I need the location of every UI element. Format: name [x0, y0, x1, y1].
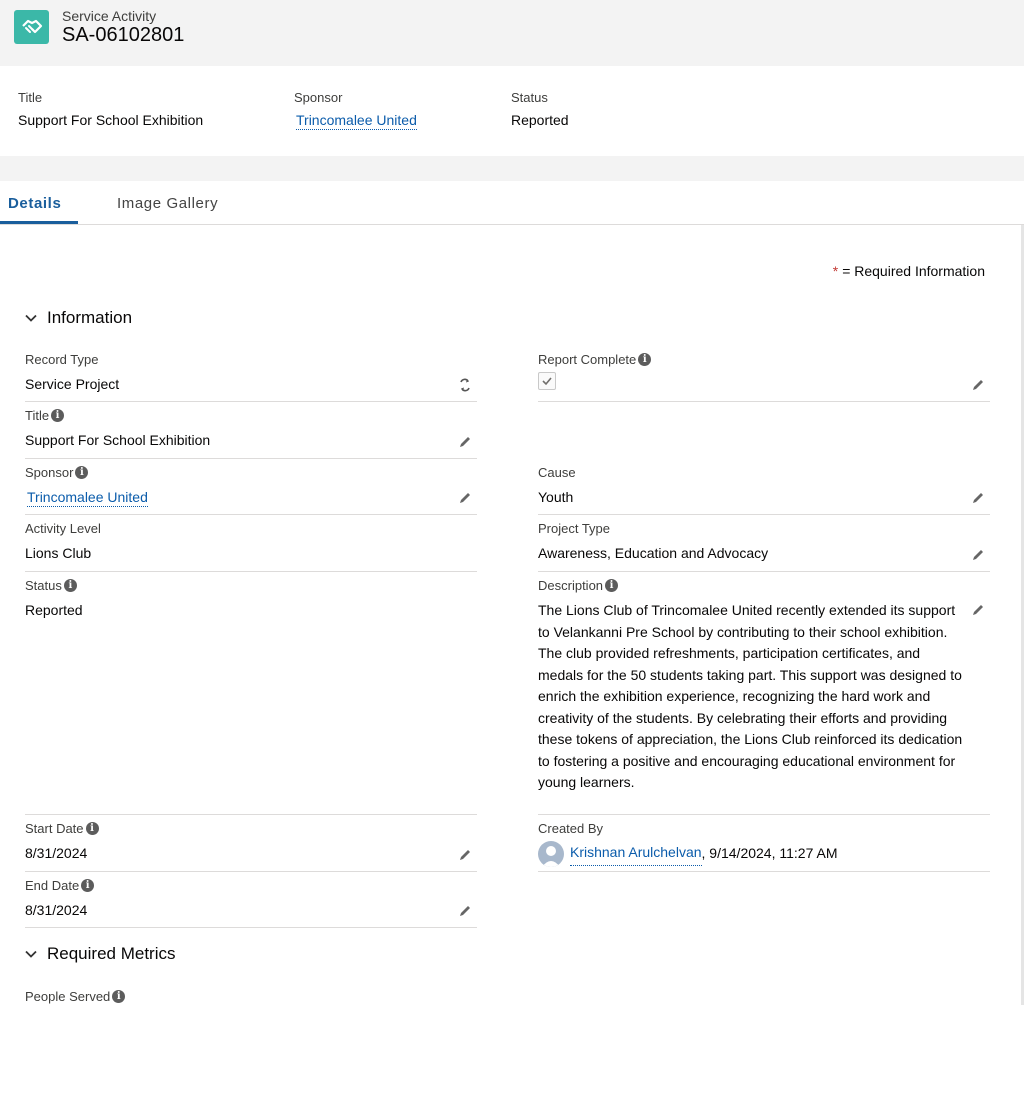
field-divider — [538, 571, 990, 572]
field-value: Awareness, Education and Advocacy — [538, 545, 769, 561]
highlights-panel: Title Support For School Exhibition Spon… — [0, 66, 1024, 156]
info-icon[interactable]: i — [112, 990, 126, 1003]
pencil-edit-icon[interactable] — [971, 603, 985, 617]
info-icon[interactable]: i — [638, 353, 652, 366]
sponsor-link[interactable]: Trincomalee United — [27, 489, 148, 507]
field-created-by: Created By Krishnan Arulchelvan , 9/14/2… — [538, 821, 990, 872]
field-divider — [25, 927, 477, 928]
field-value: 8/31/2024 — [25, 902, 88, 918]
highlight-sponsor-link[interactable]: Trincomalee United — [296, 112, 417, 130]
section-information-toggle[interactable]: Information — [25, 308, 132, 328]
field-label: Record Type — [25, 352, 99, 367]
field-divider — [538, 871, 990, 872]
info-icon[interactable]: i — [51, 409, 65, 422]
field-label: People Served i — [25, 989, 477, 1004]
field-people-served: People Served i — [25, 989, 477, 1009]
field-label: Project Type — [538, 521, 611, 536]
field-value: Youth — [538, 489, 574, 505]
created-by-user-link[interactable]: Krishnan Arulchelvan — [570, 842, 702, 866]
field-divider — [25, 871, 477, 872]
field-project-type: Project Type Awareness, Education and Ad… — [538, 521, 990, 572]
field-divider — [25, 401, 477, 402]
field-value: The Lions Club of Trincomalee United rec… — [538, 602, 963, 790]
object-label: Service Activity — [62, 8, 157, 24]
field-title: Title i Support For School Exhibition — [25, 408, 477, 459]
field-divider — [25, 514, 477, 515]
pencil-edit-icon[interactable] — [458, 904, 472, 918]
highlight-title: Title Support For School Exhibition — [18, 90, 203, 128]
highlight-status: Status Reported — [511, 90, 569, 128]
chevron-down-icon — [25, 314, 37, 322]
pencil-edit-icon[interactable] — [971, 548, 985, 562]
field-label: End Date i — [25, 878, 477, 893]
pencil-edit-icon[interactable] — [971, 491, 985, 505]
info-icon[interactable]: i — [605, 579, 619, 592]
active-tab-indicator — [0, 221, 78, 224]
info-icon[interactable]: i — [85, 822, 99, 835]
field-divider — [538, 401, 990, 402]
section-information-title: Information — [47, 308, 133, 327]
field-report-complete: Report Complete i — [538, 352, 990, 402]
section-required-metrics-title: Required Metrics — [47, 944, 176, 963]
field-label: Status i — [25, 578, 477, 593]
field-value: Support For School Exhibition — [25, 432, 211, 448]
field-value: Service Project — [25, 376, 120, 392]
field-value: Lions Club — [25, 545, 92, 561]
record-name: SA-06102801 — [62, 24, 185, 46]
highlight-status-label: Status — [511, 90, 548, 105]
pencil-edit-icon[interactable] — [971, 378, 985, 392]
user-avatar-icon[interactable] — [538, 841, 564, 867]
field-label: Activity Level — [25, 521, 101, 536]
handshake-icon — [14, 10, 49, 44]
pencil-edit-icon[interactable] — [458, 435, 472, 449]
info-icon[interactable]: i — [63, 579, 77, 592]
field-value: Reported — [25, 602, 83, 618]
field-divider — [25, 814, 477, 815]
highlight-title-label: Title — [18, 90, 43, 105]
required-info-text: = Required Information — [842, 263, 985, 279]
tab-details[interactable]: Details — [8, 195, 61, 212]
info-icon[interactable]: i — [75, 466, 89, 479]
highlight-title-value: Support For School Exhibition — [18, 112, 204, 128]
field-label: Created By — [538, 821, 604, 836]
pencil-edit-icon[interactable] — [458, 491, 472, 505]
field-label: Report Complete i — [538, 352, 990, 367]
chevron-down-icon — [25, 950, 37, 958]
required-star: * — [832, 263, 839, 279]
field-record-type: Record Type Service Project — [25, 352, 477, 402]
field-divider — [25, 458, 477, 459]
panel-gap — [0, 156, 1024, 181]
field-label: Cause — [538, 465, 576, 480]
field-start-date: Start Date i 8/31/2024 — [25, 821, 477, 872]
field-status: Status i Reported — [25, 578, 477, 815]
field-label: Start Date i — [25, 821, 477, 836]
field-label: Sponsor i — [25, 465, 477, 480]
field-label: Title i — [25, 408, 477, 423]
highlight-sponsor-label: Sponsor — [294, 90, 343, 105]
field-activity-level: Activity Level Lions Club — [25, 521, 477, 572]
field-sponsor: Sponsor i Trincomalee United — [25, 465, 477, 515]
pencil-edit-icon[interactable] — [458, 848, 472, 862]
tab-image-gallery[interactable]: Image Gallery — [117, 195, 218, 212]
field-cause: Cause Youth — [538, 465, 990, 515]
field-end-date: End Date i 8/31/2024 — [25, 878, 477, 928]
field-divider — [538, 814, 990, 815]
field-description: Description i The Lions Club of Trincomal… — [538, 578, 990, 815]
record-header: Service Activity SA-06102801 — [0, 0, 1024, 66]
field-divider — [538, 514, 990, 515]
checkmark-icon — [542, 377, 552, 386]
created-by-timestamp: , 9/14/2024, 11:27 AM — [701, 845, 838, 862]
tab-bar: Details Image Gallery — [0, 181, 1024, 225]
field-value: 8/31/2024 — [25, 845, 88, 861]
change-record-type-icon[interactable] — [458, 378, 472, 392]
info-icon[interactable]: i — [81, 879, 95, 892]
field-divider — [25, 571, 477, 572]
report-complete-checkbox — [538, 372, 556, 390]
section-required-metrics-toggle[interactable]: Required Metrics — [25, 944, 176, 964]
field-label: Description i — [538, 578, 990, 593]
highlight-status-value: Reported — [511, 112, 569, 128]
required-information-note: * = Required Information — [833, 263, 985, 279]
highlight-sponsor: Sponsor Trincomalee United — [294, 90, 417, 130]
